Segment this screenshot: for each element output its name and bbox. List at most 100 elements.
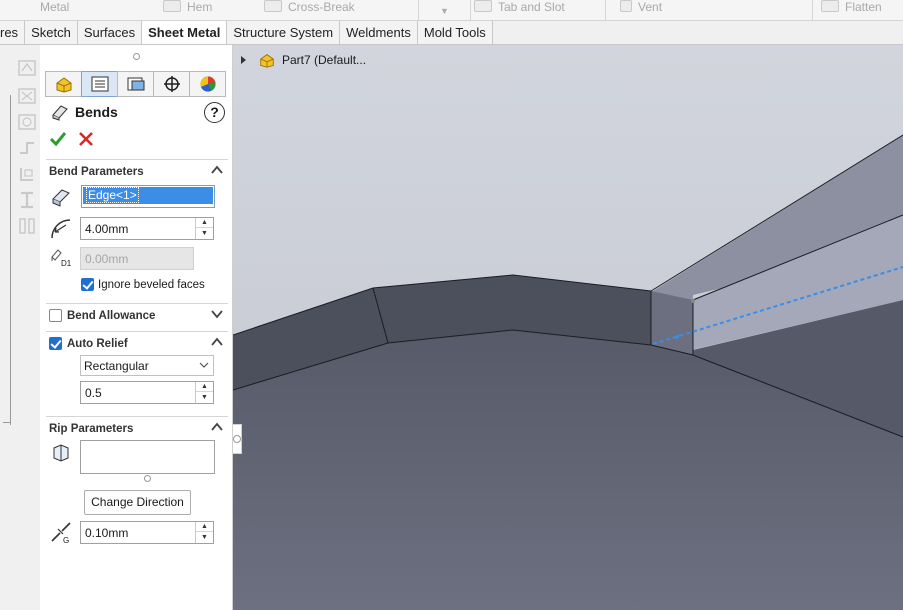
property-manager-tab[interactable] bbox=[81, 71, 118, 97]
rip-gap-value[interactable]: 0.10mm bbox=[85, 526, 128, 540]
auto-relief-checkbox[interactable] bbox=[49, 337, 62, 350]
display-manager-tab[interactable] bbox=[189, 71, 226, 97]
sketched-bend-icon[interactable] bbox=[17, 165, 37, 183]
ribbon-separator bbox=[470, 0, 471, 20]
jog-icon[interactable] bbox=[17, 139, 37, 157]
chevron-up-icon[interactable] bbox=[210, 336, 224, 348]
tab-weldments[interactable]: Weldments bbox=[340, 21, 418, 45]
ok-button[interactable] bbox=[48, 129, 68, 149]
tab-features[interactable]: res bbox=[0, 21, 26, 45]
tree-expand-arrow-icon[interactable] bbox=[241, 56, 246, 64]
inner-wall-face[interactable] bbox=[651, 291, 693, 355]
ribbon-separator bbox=[605, 0, 606, 20]
rip-gap-stepper[interactable]: ▲ ▼ bbox=[195, 522, 213, 543]
sheet-metal-base-icon[interactable] bbox=[17, 59, 37, 77]
increment-icon[interactable]: ▲ bbox=[196, 382, 213, 392]
feature-manager-tab[interactable] bbox=[45, 71, 82, 97]
ribbon-label: Cross-Break bbox=[288, 0, 355, 14]
d1-label: D1 bbox=[61, 259, 72, 268]
ignore-beveled-faces-checkbox[interactable] bbox=[81, 278, 94, 291]
ribbon-label: Vent bbox=[638, 0, 663, 14]
part-icon bbox=[260, 54, 274, 68]
i-beam-icon[interactable] bbox=[17, 191, 37, 209]
feature-manager-icon bbox=[56, 77, 71, 93]
increment-icon[interactable]: ▲ bbox=[196, 522, 213, 532]
bend-radius-icon bbox=[49, 216, 73, 240]
relief-type-value: Rectangular bbox=[84, 359, 149, 373]
change-direction-button[interactable]: Change Direction bbox=[84, 490, 191, 515]
miter-flange-icon[interactable] bbox=[17, 113, 37, 131]
d1-offset-icon: D1 bbox=[49, 247, 73, 271]
bend-parameters-header[interactable]: Bend Parameters bbox=[46, 159, 228, 183]
ribbon-item-vent[interactable]: Vent bbox=[620, 0, 662, 20]
flatten-icon bbox=[821, 0, 839, 12]
relief-ratio-value[interactable]: 0.5 bbox=[85, 386, 102, 400]
ribbon-label: Hem bbox=[187, 0, 213, 14]
crosshair-icon bbox=[163, 76, 180, 92]
increment-icon[interactable]: ▲ bbox=[196, 218, 213, 228]
tab-mold-tools[interactable]: Mold Tools bbox=[417, 21, 493, 45]
group-title: Rip Parameters bbox=[49, 423, 134, 435]
help-button[interactable]: ? bbox=[204, 102, 225, 123]
vertex-marker bbox=[691, 299, 695, 303]
appearance-sphere-icon bbox=[199, 76, 216, 92]
rip-parameters-header[interactable]: Rip Parameters bbox=[46, 416, 228, 440]
lofted-bend-icon[interactable] bbox=[17, 217, 37, 235]
command-ribbon: Metal Hem Cross-Break ▼ Tab and Slot Ven… bbox=[0, 0, 903, 21]
chevron-up-icon[interactable] bbox=[210, 421, 224, 433]
tab-sheet-metal[interactable]: Sheet Metal bbox=[142, 21, 228, 45]
group-title: Bend Parameters bbox=[49, 166, 144, 178]
strip-divider-tick bbox=[3, 422, 10, 423]
cancel-button[interactable] bbox=[76, 129, 96, 149]
list-resize-handle[interactable] bbox=[144, 475, 151, 482]
gap-label: G bbox=[63, 536, 70, 545]
bend-allowance-checkbox[interactable] bbox=[49, 309, 62, 322]
ribbon-item-hem[interactable]: Hem bbox=[163, 0, 212, 20]
auto-relief-header[interactable]: Auto Relief bbox=[46, 331, 228, 355]
edge-selection-icon bbox=[49, 185, 73, 209]
bend-radius-input[interactable]: 4.00mm ▲ ▼ bbox=[80, 217, 214, 240]
strip-divider bbox=[10, 95, 11, 425]
panel-collapse-handle[interactable] bbox=[233, 424, 242, 454]
relief-type-select[interactable]: Rectangular bbox=[80, 355, 214, 376]
decrement-icon[interactable]: ▼ bbox=[196, 228, 213, 238]
ribbon-item-sheet-metal[interactable]: Metal bbox=[40, 0, 69, 20]
bends-feature-icon bbox=[50, 101, 70, 124]
hem-icon bbox=[163, 0, 181, 12]
ignore-beveled-faces-option[interactable]: Ignore beveled faces bbox=[81, 278, 205, 291]
manager-tabs bbox=[45, 71, 226, 97]
chevron-down-icon[interactable] bbox=[210, 308, 224, 320]
ribbon-label: Tab and Slot bbox=[498, 0, 565, 14]
rip-edges-selection-box[interactable] bbox=[80, 440, 215, 474]
tab-surfaces[interactable]: Surfaces bbox=[77, 21, 143, 45]
chevron-up-icon[interactable] bbox=[210, 164, 224, 176]
tab-sketch[interactable]: Sketch bbox=[25, 21, 78, 45]
bend-radius-value[interactable]: 4.00mm bbox=[85, 222, 128, 236]
rip-gap-input[interactable]: 0.10mm ▲ ▼ bbox=[80, 521, 214, 544]
tab-and-slot-icon bbox=[474, 0, 492, 12]
ribbon-label: Metal bbox=[40, 0, 70, 14]
d1-offset-input: 0.00mm bbox=[80, 247, 194, 270]
selected-edge-item[interactable]: Edge<1> bbox=[86, 187, 139, 203]
bend-allowance-header[interactable]: Bend Allowance bbox=[46, 303, 228, 327]
ribbon-label: Flatten bbox=[845, 0, 882, 14]
ribbon-item-cross-break[interactable]: Cross-Break bbox=[264, 0, 355, 20]
relief-ratio-input[interactable]: 0.5 ▲ ▼ bbox=[80, 381, 214, 404]
relief-ratio-stepper[interactable]: ▲ ▼ bbox=[195, 382, 213, 403]
tab-structure-system[interactable]: Structure System bbox=[227, 21, 341, 45]
edge-selection-box[interactable]: Edge<1> bbox=[81, 185, 215, 208]
dimxpert-manager-tab[interactable] bbox=[153, 71, 190, 97]
ribbon-item-tab-and-slot[interactable]: Tab and Slot bbox=[474, 0, 565, 20]
configuration-manager-tab[interactable] bbox=[117, 71, 154, 97]
decrement-icon[interactable]: ▼ bbox=[196, 392, 213, 402]
part-name-label[interactable]: Part7 (Default... bbox=[282, 53, 366, 67]
graphics-viewport[interactable]: Part7 (Default... bbox=[233, 45, 903, 610]
ignore-beveled-faces-label[interactable]: Ignore beveled faces bbox=[98, 279, 205, 291]
ribbon-item-flatten[interactable]: Flatten bbox=[821, 0, 882, 20]
feature-tree-flyout[interactable]: Part7 (Default... bbox=[241, 51, 366, 69]
sheet-metal-model[interactable] bbox=[233, 45, 903, 610]
decrement-icon[interactable]: ▼ bbox=[196, 532, 213, 542]
bend-radius-stepper[interactable]: ▲ ▼ bbox=[195, 218, 213, 239]
panel-resize-handle[interactable] bbox=[133, 53, 140, 60]
edge-flange-icon[interactable] bbox=[17, 87, 37, 105]
